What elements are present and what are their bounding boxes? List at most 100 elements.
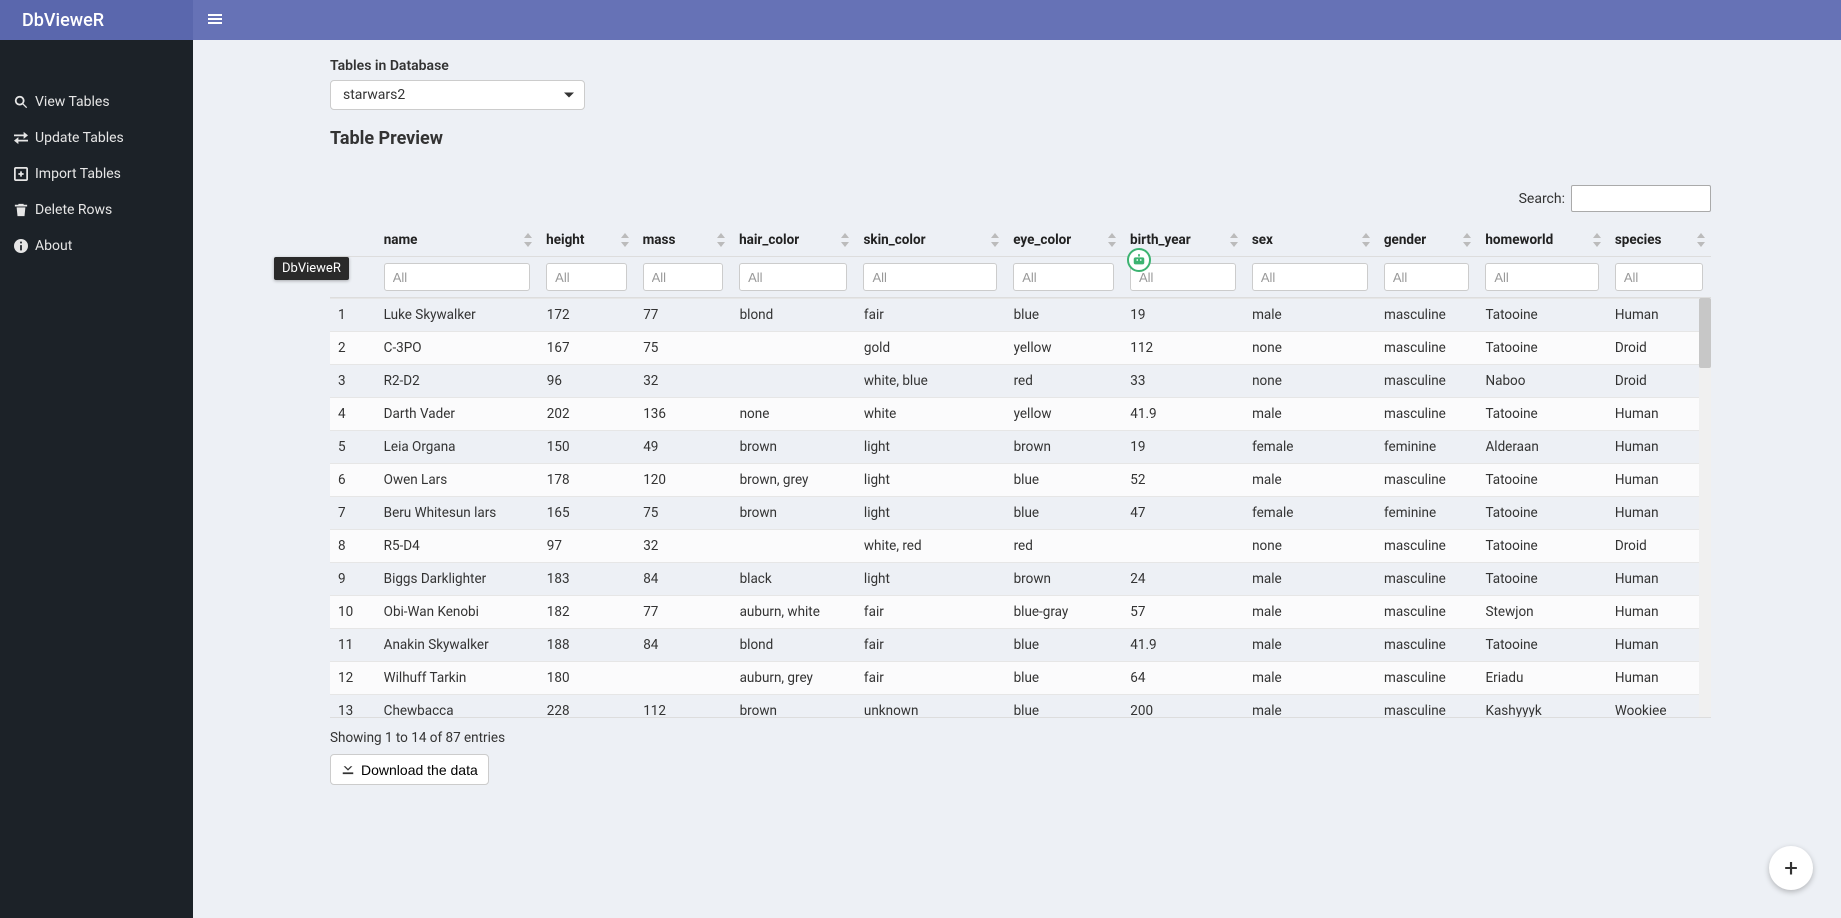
cell-skin_color: fair	[856, 629, 1006, 662]
sidebar-item-view-tables[interactable]: View Tables	[0, 84, 193, 120]
fab-add-button[interactable]: +	[1769, 846, 1813, 890]
table-row[interactable]: 4Darth Vader202136nonewhiteyellow41.9mal…	[330, 398, 1711, 431]
col-header-label: homeworld	[1485, 232, 1553, 248]
cell-index: 10	[330, 596, 376, 629]
table-row[interactable]: 11Anakin Skywalker18884blondfairblue41.9…	[330, 629, 1711, 662]
cell-species: Human	[1607, 431, 1711, 464]
cell-index: 4	[330, 398, 376, 431]
cell-homeworld: Tatooine	[1477, 332, 1606, 365]
cell-species: Human	[1607, 299, 1711, 332]
filter-input-name[interactable]	[384, 263, 530, 291]
col-header-name[interactable]: name	[376, 224, 538, 257]
cell-hair_color	[732, 365, 856, 398]
table-row[interactable]: 13Chewbacca228112brownunknownblue200male…	[330, 695, 1711, 719]
download-button[interactable]: Download the data	[330, 754, 489, 785]
cell-height: 167	[539, 332, 635, 365]
sort-icon	[1230, 233, 1238, 247]
col-header-index[interactable]	[330, 224, 376, 257]
filter-input-species[interactable]	[1615, 263, 1703, 291]
robot-icon[interactable]	[1127, 248, 1151, 272]
cell-mass: 77	[635, 596, 731, 629]
cell-height: 150	[539, 431, 635, 464]
sort-icon	[991, 233, 999, 247]
table-row[interactable]: 6Owen Lars178120brown, greylightblue52ma…	[330, 464, 1711, 497]
cell-index: 8	[330, 530, 376, 563]
cell-homeworld: Alderaan	[1477, 431, 1606, 464]
cell-gender: masculine	[1376, 398, 1477, 431]
filter-input-skin_color[interactable]	[863, 263, 997, 291]
cell-mass: 75	[635, 497, 731, 530]
col-header-label: name	[384, 232, 418, 248]
table-row[interactable]: 10Obi-Wan Kenobi18277auburn, whitefairbl…	[330, 596, 1711, 629]
cell-index: 3	[330, 365, 376, 398]
col-header-label: hair_color	[739, 232, 799, 248]
plus-icon: +	[1784, 854, 1798, 882]
cell-eye_color: blue	[1006, 497, 1123, 530]
table-row[interactable]: 5Leia Organa15049brownlightbrown19female…	[330, 431, 1711, 464]
cell-gender: masculine	[1376, 695, 1477, 719]
cell-name: Wilhuff Tarkin	[376, 662, 539, 695]
col-header-gender[interactable]: gender	[1376, 224, 1478, 257]
table-scroll-area[interactable]: 1Luke Skywalker17277blondfairblue19malem…	[330, 298, 1711, 718]
cell-gender: masculine	[1376, 662, 1477, 695]
table-select[interactable]: starwars2	[330, 80, 585, 110]
cell-height: 97	[539, 530, 635, 563]
table-row[interactable]: 7Beru Whitesun lars16575brownlightblue47…	[330, 497, 1711, 530]
sort-icon	[524, 233, 532, 247]
cell-birth_year	[1122, 530, 1244, 563]
col-header-height[interactable]: height	[538, 224, 634, 257]
cell-sex: male	[1244, 398, 1376, 431]
preview-title: Table Preview	[330, 128, 1711, 149]
filter-input-mass[interactable]	[643, 263, 723, 291]
col-header-hair_color[interactable]: hair_color	[731, 224, 855, 257]
sidebar-item-delete-rows[interactable]: Delete Rows	[0, 192, 193, 228]
table-row[interactable]: 12Wilhuff Tarkin180auburn, greyfairblue6…	[330, 662, 1711, 695]
search-input[interactable]	[1571, 185, 1711, 212]
cell-birth_year: 41.9	[1122, 629, 1244, 662]
table-row[interactable]: 9Biggs Darklighter18384blacklightbrown24…	[330, 563, 1711, 596]
cell-sex: male	[1244, 299, 1376, 332]
table-row[interactable]: 2C-3PO16775goldyellow112nonemasculineTat…	[330, 332, 1711, 365]
sort-icon	[1362, 233, 1370, 247]
table-row[interactable]: 3R2-D29632white, bluered33nonemasculineN…	[330, 365, 1711, 398]
cell-homeworld: Tatooine	[1477, 629, 1606, 662]
exchange-icon	[14, 131, 28, 145]
cell-species: Human	[1607, 563, 1711, 596]
cell-birth_year: 64	[1122, 662, 1244, 695]
scrollbar-thumb[interactable]	[1699, 298, 1711, 368]
cell-sex: male	[1244, 464, 1376, 497]
cell-eye_color: brown	[1006, 563, 1123, 596]
table-row[interactable]: 8R5-D49732white, redrednonemasculineTato…	[330, 530, 1711, 563]
cell-hair_color: brown	[732, 695, 856, 719]
menu-toggle-icon[interactable]	[207, 11, 223, 30]
table-row[interactable]: 1Luke Skywalker17277blondfairblue19malem…	[330, 299, 1711, 332]
cell-birth_year: 57	[1122, 596, 1244, 629]
filter-input-hair_color[interactable]	[739, 263, 847, 291]
filter-input-eye_color[interactable]	[1013, 263, 1114, 291]
main-content: Tables in Database starwars2 Table Previ…	[193, 40, 1841, 918]
col-header-species[interactable]: species	[1607, 224, 1711, 257]
cell-height: 182	[539, 596, 635, 629]
col-header-eye_color[interactable]: eye_color	[1005, 224, 1122, 257]
col-header-label: mass	[643, 232, 676, 248]
cell-homeworld: Tatooine	[1477, 563, 1606, 596]
sidebar-item-import-tables[interactable]: Import Tables	[0, 156, 193, 192]
sidebar-item-about[interactable]: About	[0, 228, 193, 264]
filter-input-sex[interactable]	[1252, 263, 1368, 291]
filter-input-height[interactable]	[546, 263, 626, 291]
filter-input-gender[interactable]	[1384, 263, 1470, 291]
sidebar-item-update-tables[interactable]: Update Tables	[0, 120, 193, 156]
cell-index: 6	[330, 464, 376, 497]
cell-homeworld: Tatooine	[1477, 398, 1606, 431]
cell-sex: none	[1244, 332, 1376, 365]
col-header-sex[interactable]: sex	[1244, 224, 1376, 257]
cell-mass: 84	[635, 563, 731, 596]
cell-homeworld: Tatooine	[1477, 299, 1606, 332]
col-header-skin_color[interactable]: skin_color	[855, 224, 1005, 257]
cell-gender: masculine	[1376, 596, 1477, 629]
filter-input-homeworld[interactable]	[1485, 263, 1598, 291]
cell-gender: masculine	[1376, 332, 1477, 365]
col-header-homeworld[interactable]: homeworld	[1477, 224, 1606, 257]
cell-homeworld: Stewjon	[1477, 596, 1606, 629]
col-header-mass[interactable]: mass	[635, 224, 731, 257]
